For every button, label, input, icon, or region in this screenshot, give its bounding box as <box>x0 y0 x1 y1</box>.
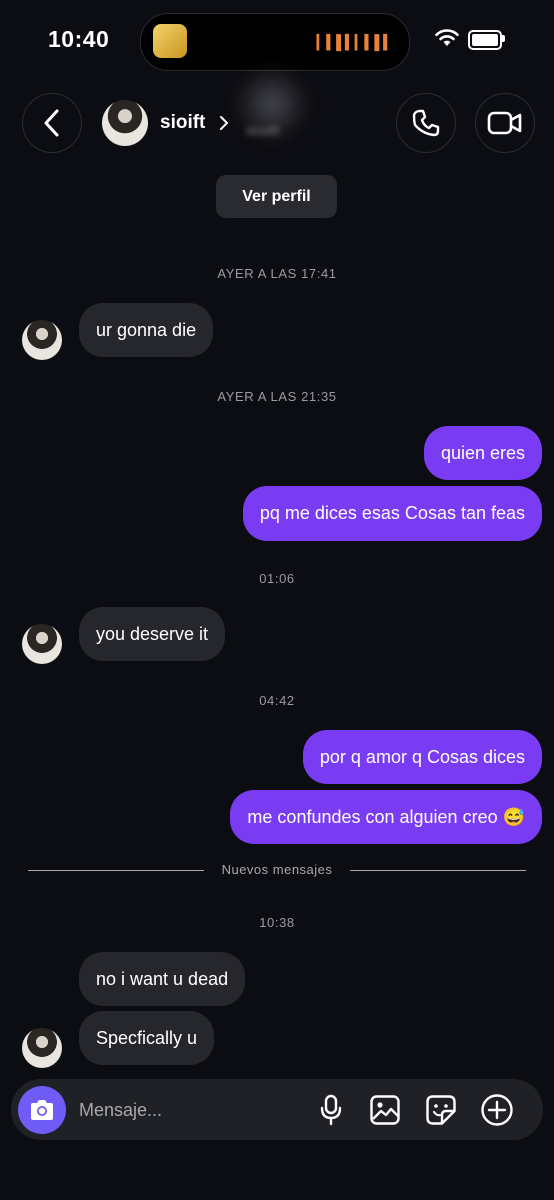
back-arrow-icon <box>44 109 59 137</box>
now-playing-app-icon <box>153 24 187 58</box>
outgoing-message[interactable]: pq me dices esas Cosas tan feas <box>242 486 542 541</box>
outgoing-message[interactable]: me confundes con alguien creo 😅 <box>230 790 542 844</box>
video-camera-icon <box>487 111 522 135</box>
chevron-right-icon[interactable] <box>218 114 230 132</box>
sender-avatar[interactable] <box>22 320 62 360</box>
plus-circle-icon <box>481 1094 513 1126</box>
incoming-message[interactable]: you deserve it <box>79 607 226 661</box>
microphone-icon <box>320 1094 342 1126</box>
incoming-message[interactable]: no i want u dead <box>79 952 246 1006</box>
timestamp: 10:38 <box>259 915 295 930</box>
incoming-message[interactable]: Specfically u <box>79 1011 215 1065</box>
timestamp: AYER A LAS 21:35 <box>217 389 337 404</box>
blurred-subtitle: sioaft <box>246 122 280 138</box>
wifi-icon <box>435 29 459 46</box>
voice-message-button[interactable] <box>313 1092 349 1128</box>
message-composer <box>11 1079 543 1140</box>
sender-avatar[interactable] <box>22 1028 62 1068</box>
incoming-message[interactable]: ur gonna die <box>79 303 214 357</box>
message-input[interactable] <box>79 1097 299 1123</box>
phone-icon <box>412 109 440 137</box>
battery-cap <box>502 35 505 42</box>
video-call-button[interactable] <box>475 93 535 153</box>
contact-username[interactable]: sioift <box>160 112 205 134</box>
sticker-icon <box>426 1095 456 1125</box>
sender-avatar[interactable] <box>22 624 62 664</box>
timestamp: 01:06 <box>259 571 295 586</box>
back-button[interactable] <box>22 93 82 153</box>
audio-waveform-icon: ▎▍▌▍▎▍▌▍ <box>316 34 394 50</box>
status-time: 10:40 <box>48 26 110 52</box>
sticker-button[interactable] <box>423 1092 459 1128</box>
timestamp: AYER A LAS 17:41 <box>217 266 337 281</box>
gallery-button[interactable] <box>367 1092 403 1128</box>
contact-avatar[interactable] <box>102 100 148 146</box>
audio-call-button[interactable] <box>396 93 456 153</box>
dynamic-island: ▎▍▌▍▎▍▌▍ <box>140 13 410 71</box>
outgoing-message[interactable]: quien eres <box>423 426 542 480</box>
view-profile-button[interactable]: Ver perfil <box>216 175 337 218</box>
timestamp: 04:42 <box>259 693 295 708</box>
camera-button[interactable] <box>18 1086 66 1134</box>
battery-icon <box>468 30 502 50</box>
outgoing-message[interactable]: por q amor q Cosas dices <box>302 730 542 784</box>
more-options-button[interactable] <box>479 1092 515 1128</box>
gallery-icon <box>370 1095 400 1125</box>
new-messages-divider-right <box>350 870 526 871</box>
camera-icon <box>31 1100 53 1120</box>
